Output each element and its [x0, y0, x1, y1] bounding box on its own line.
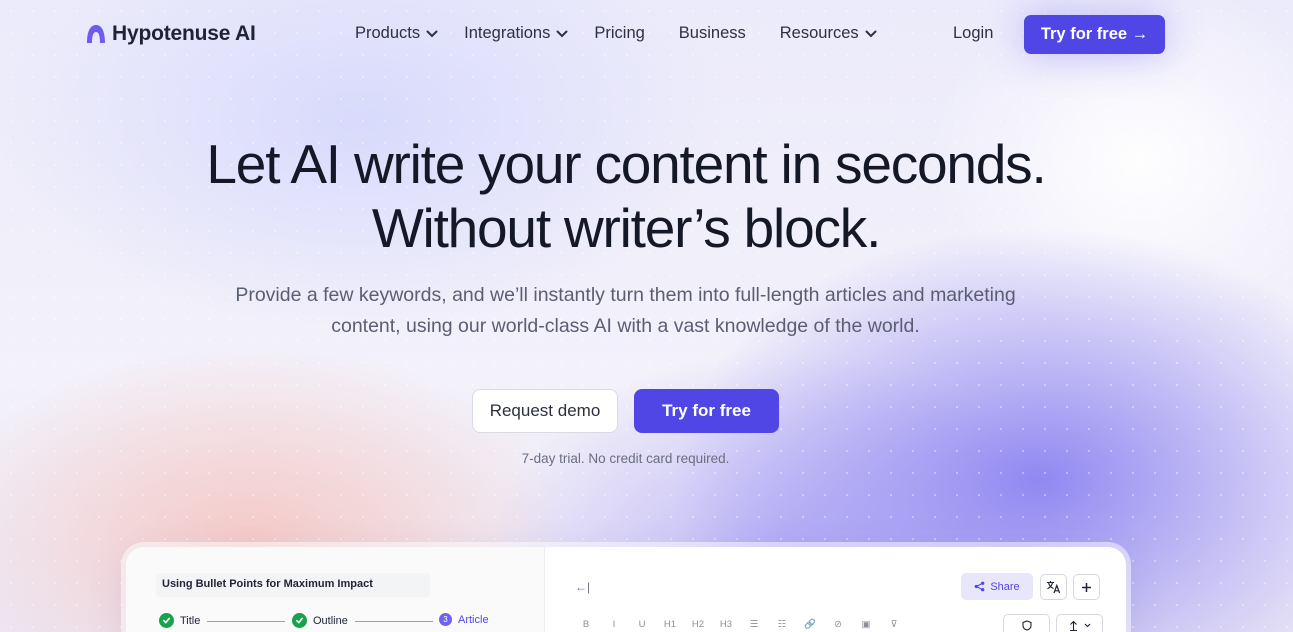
- italic-icon[interactable]: I: [600, 619, 628, 630]
- chevron-down-icon: [556, 30, 568, 37]
- preview-steps: Title Outline 3 Article: [159, 613, 499, 629]
- heading-3-icon[interactable]: H3: [712, 619, 740, 630]
- main-menu: Products Integrations Pricing Business R…: [355, 24, 877, 43]
- nav-business-label: Business: [678, 24, 746, 42]
- collapse-left-icon[interactable]: ←|: [575, 580, 590, 594]
- export-dropdown-button[interactable]: [1056, 614, 1103, 632]
- nav-pricing-label: Pricing: [594, 24, 645, 42]
- preview-editor-pane: ←| Share B I U H1 H2 H3 ☰ ☷ 🔗 ⊘ ▣ ⊽: [545, 547, 1126, 632]
- step-outline: Outline: [292, 613, 348, 628]
- chevron-down-icon: [865, 30, 877, 37]
- heading-1-icon[interactable]: H1: [656, 619, 684, 630]
- preview-doc-title: Using Bullet Points for Maximum Impact: [156, 573, 430, 597]
- check-circle-icon: [159, 613, 174, 628]
- step-title: Title: [159, 613, 200, 628]
- nav-products[interactable]: Products: [355, 24, 438, 43]
- hero-subtitle: Provide a few keywords, and we’ll instan…: [235, 284, 1016, 337]
- link-icon[interactable]: 🔗: [796, 619, 824, 630]
- nav-try-free-button[interactable]: Try for free →: [1024, 15, 1165, 54]
- translate-icon: [1047, 581, 1061, 594]
- nav-resources-label: Resources: [779, 24, 859, 42]
- plagiarism-check-button[interactable]: [1003, 614, 1050, 632]
- request-demo-button[interactable]: Request demo: [472, 389, 618, 433]
- app-preview: Using Bullet Points for Maximum Impact T…: [126, 547, 1126, 632]
- nav-resources[interactable]: Resources: [780, 24, 877, 43]
- upload-icon: [1069, 620, 1077, 631]
- hero-try-free-button[interactable]: Try for free: [634, 389, 779, 433]
- step-outline-label: Outline: [313, 614, 348, 627]
- underline-icon[interactable]: U: [628, 619, 656, 630]
- nav-business[interactable]: Business: [679, 24, 746, 43]
- shield-icon: [1021, 619, 1032, 631]
- numbered-list-icon[interactable]: ☷: [768, 619, 796, 630]
- step-connector: [207, 621, 285, 622]
- step-number-badge: 3: [439, 613, 452, 626]
- step-title-label: Title: [180, 614, 201, 627]
- hero-title-line-2: Without writer’s block.: [371, 197, 882, 259]
- brand-name: Hypotenuse AI: [112, 22, 256, 45]
- nav-products-label: Products: [355, 24, 421, 42]
- step-article: 3 Article: [439, 613, 489, 626]
- heading-2-icon[interactable]: H2: [684, 619, 712, 630]
- share-label: Share: [990, 580, 1020, 593]
- share-icon: [974, 581, 985, 592]
- preview-left-pane: Using Bullet Points for Maximum Impact T…: [126, 547, 545, 632]
- bullet-list-icon[interactable]: ☰: [740, 619, 768, 630]
- share-button[interactable]: Share: [961, 573, 1033, 600]
- brand-logo[interactable]: Hypotenuse AI: [86, 22, 256, 46]
- nav-pricing[interactable]: Pricing: [594, 24, 644, 43]
- chevron-down-icon: [426, 30, 438, 37]
- logo-mark-icon: [87, 25, 105, 43]
- add-button[interactable]: [1073, 574, 1100, 600]
- hero-title: Let AI write your content in seconds. Wi…: [0, 132, 1252, 260]
- unlink-icon[interactable]: ⊘: [824, 619, 852, 630]
- hero-title-line-1: Let AI write your content in seconds.: [206, 133, 1046, 195]
- plus-icon: [1082, 582, 1091, 592]
- image-icon[interactable]: ▣: [852, 619, 880, 630]
- check-circle-icon: [292, 613, 307, 628]
- step-article-label: Article: [458, 613, 489, 626]
- top-navigation: Hypotenuse AI Products Integrations Pric…: [0, 0, 1293, 74]
- chevron-down-icon: [1084, 623, 1090, 627]
- translate-button[interactable]: [1040, 574, 1067, 600]
- nav-integrations-label: Integrations: [464, 24, 551, 42]
- step-connector: [355, 621, 433, 622]
- nav-integrations[interactable]: Integrations: [464, 24, 568, 43]
- format-clear-icon[interactable]: ⊽: [880, 619, 908, 630]
- trial-note: 7-day trial. No credit card required.: [521, 451, 730, 466]
- login-link[interactable]: Login: [953, 24, 993, 43]
- editor-toolbar: B I U H1 H2 H3 ☰ ☷ 🔗 ⊘ ▣ ⊽: [572, 619, 908, 630]
- bold-icon[interactable]: B: [572, 619, 600, 630]
